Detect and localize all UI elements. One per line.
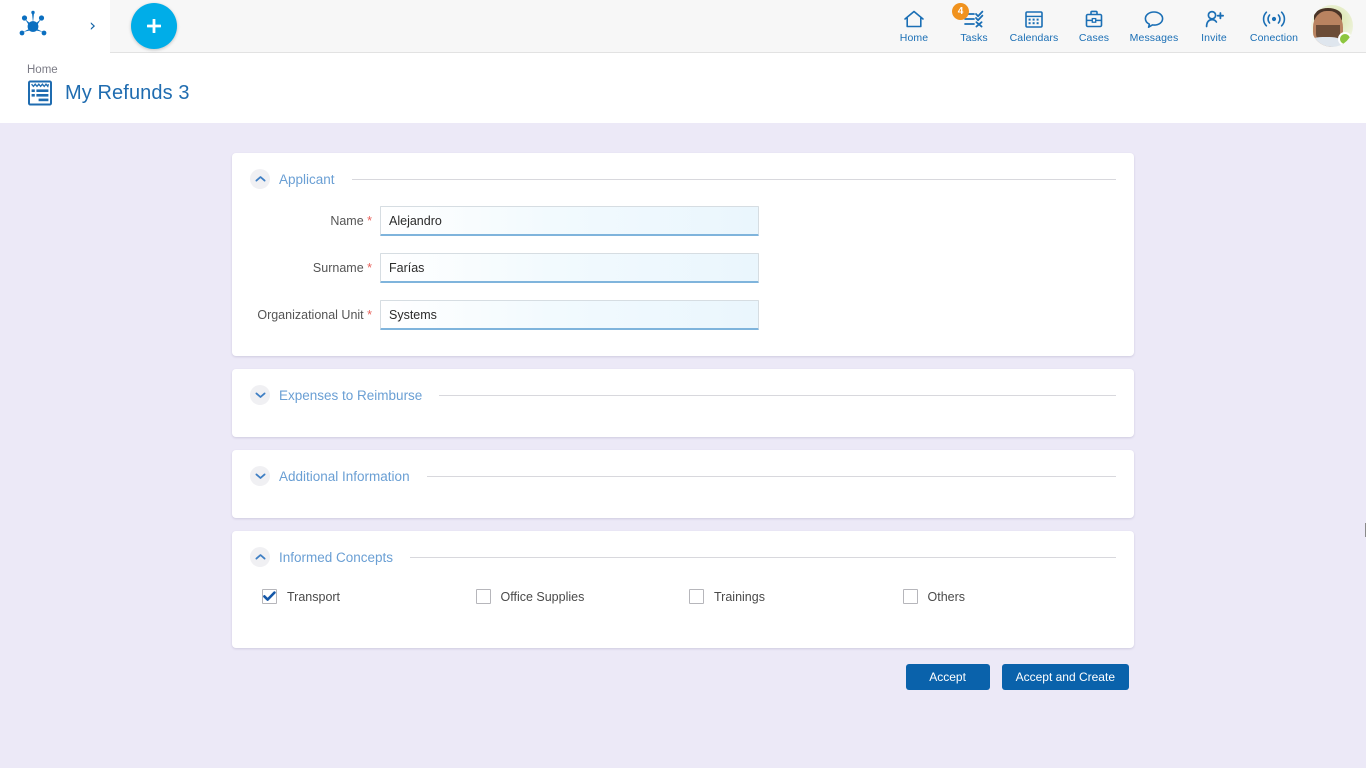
section-expenses: Expenses to Reimburse xyxy=(232,369,1134,437)
check-icon xyxy=(263,591,276,601)
section-informed-concepts: Informed Concepts Transport Office Suppl… xyxy=(232,531,1134,648)
section-header-informed-concepts[interactable]: Informed Concepts xyxy=(250,547,1116,567)
section-title-applicant: Applicant xyxy=(279,171,335,187)
nav-label-cases: Cases xyxy=(1078,32,1110,44)
nav-label-tasks: Tasks xyxy=(960,32,988,44)
section-additional-information: Additional Information xyxy=(232,450,1134,518)
section-title-additional-information: Additional Information xyxy=(279,468,410,484)
nav-item-cases[interactable]: Cases xyxy=(1064,0,1124,53)
section-title-expenses: Expenses to Reimburse xyxy=(279,387,423,403)
checkbox-label-transport: Transport xyxy=(287,589,341,604)
checkbox-item-others[interactable]: Others xyxy=(902,589,1117,604)
nav-item-tasks[interactable]: 4 Tasks xyxy=(944,0,1004,53)
checkbox-item-office-supplies[interactable]: Office Supplies xyxy=(475,589,690,604)
status-badge xyxy=(1338,32,1352,46)
section-header-expenses[interactable]: Expenses to Reimburse xyxy=(250,385,1116,405)
sidebar-expand-icon[interactable]: › xyxy=(89,17,96,35)
section-divider xyxy=(426,475,1116,477)
checkbox-label-office-supplies: Office Supplies xyxy=(500,589,585,604)
page-header: Home My Refunds 3 ? xyxy=(0,53,1366,162)
add-new-button[interactable] xyxy=(131,3,177,49)
top-navigation-bar: › Home 4 Tasks Calendars Cases Messages … xyxy=(0,0,1366,53)
section-header-additional-information[interactable]: Additional Information xyxy=(250,466,1116,486)
briefcase-icon xyxy=(1083,8,1105,30)
section-header-applicant[interactable]: Applicant xyxy=(250,169,1116,189)
frog-network-logo-svg xyxy=(19,10,47,36)
chevron-down-icon[interactable] xyxy=(250,385,270,405)
nav-label-conection: Conection xyxy=(1249,32,1299,44)
plus-icon xyxy=(147,19,161,33)
checkbox-transport[interactable] xyxy=(262,589,277,604)
section-title-informed-concepts: Informed Concepts xyxy=(279,549,394,565)
field-row-name: Name * xyxy=(250,206,1116,236)
nav-item-messages[interactable]: Messages xyxy=(1124,0,1184,53)
form-document-icon xyxy=(27,79,53,107)
message-icon xyxy=(1143,8,1165,30)
checkbox-others[interactable] xyxy=(902,589,918,604)
brand-area: › xyxy=(0,0,110,53)
nav-label-home: Home xyxy=(899,32,929,44)
checkbox-office-supplies[interactable] xyxy=(475,589,491,604)
organizational-unit-input[interactable] xyxy=(380,300,759,330)
invite-icon xyxy=(1203,8,1225,30)
top-nav-items: Home 4 Tasks Calendars Cases Messages In… xyxy=(884,0,1366,53)
user-avatar-button[interactable] xyxy=(1304,0,1360,53)
required-marker: * xyxy=(363,308,372,322)
accept-button[interactable]: Accept xyxy=(905,664,990,690)
field-label-surname: Surname * xyxy=(250,261,380,275)
frog-network-logo[interactable] xyxy=(16,9,50,43)
name-input[interactable] xyxy=(380,206,759,236)
chevron-down-icon[interactable] xyxy=(250,466,270,486)
section-divider xyxy=(410,556,1116,558)
field-row-organizational-unit: Organizational Unit * xyxy=(250,300,1116,330)
section-divider xyxy=(439,394,1116,396)
calendar-icon xyxy=(1023,8,1045,30)
signal-icon xyxy=(1261,8,1287,30)
chevron-up-icon[interactable] xyxy=(250,169,270,189)
page-title: My Refunds 3 xyxy=(65,81,190,104)
nav-item-invite[interactable]: Invite xyxy=(1184,0,1244,53)
nav-item-home[interactable]: Home xyxy=(884,0,944,53)
section-divider xyxy=(351,178,1116,180)
field-row-surname: Surname * xyxy=(250,253,1116,283)
tasks-badge-count: 4 xyxy=(952,3,969,20)
breadcrumb[interactable]: Home xyxy=(27,64,58,76)
nav-label-invite: Invite xyxy=(1201,32,1227,44)
avatar xyxy=(1311,5,1353,47)
nav-label-messages: Messages xyxy=(1129,32,1179,44)
accept-and-create-button[interactable]: Accept and Create xyxy=(1001,664,1129,690)
label-text-surname: Surname xyxy=(312,261,364,275)
field-label-name: Name * xyxy=(250,214,380,228)
checkbox-item-transport[interactable]: Transport xyxy=(262,589,476,604)
tasks-icon: 4 xyxy=(952,3,985,30)
checkbox-item-trainings[interactable]: Trainings xyxy=(689,589,903,604)
form-actions: Accept Accept and Create xyxy=(232,664,1134,690)
chevron-up-icon[interactable] xyxy=(250,547,270,567)
nav-label-calendars: Calendars xyxy=(1009,32,1059,44)
home-icon xyxy=(903,8,925,30)
checkbox-trainings[interactable] xyxy=(689,589,704,604)
section-applicant: Applicant Name * Surname * Organizationa… xyxy=(232,153,1134,356)
checkbox-label-trainings: Trainings xyxy=(714,589,765,604)
concepts-checkbox-row: Transport Office Supplies Trainings Othe… xyxy=(250,589,1116,604)
main-content: Applicant Name * Surname * Organizationa… xyxy=(0,123,1366,768)
nav-item-calendars[interactable]: Calendars xyxy=(1004,0,1064,53)
field-label-organizational-unit: Organizational Unit * xyxy=(250,308,380,322)
label-text-name: Name xyxy=(330,214,364,228)
add-button-wrap xyxy=(110,0,198,53)
refund-form: Applicant Name * Surname * Organizationa… xyxy=(232,153,1134,690)
required-marker: * xyxy=(363,261,372,275)
checkbox-label-others: Others xyxy=(927,589,966,604)
page-title-row: My Refunds 3 xyxy=(27,79,1366,107)
required-marker: * xyxy=(363,214,372,228)
label-text-organizational-unit: Organizational Unit xyxy=(257,308,364,322)
surname-input[interactable] xyxy=(380,253,759,283)
nav-item-conection[interactable]: Conection xyxy=(1244,0,1304,53)
